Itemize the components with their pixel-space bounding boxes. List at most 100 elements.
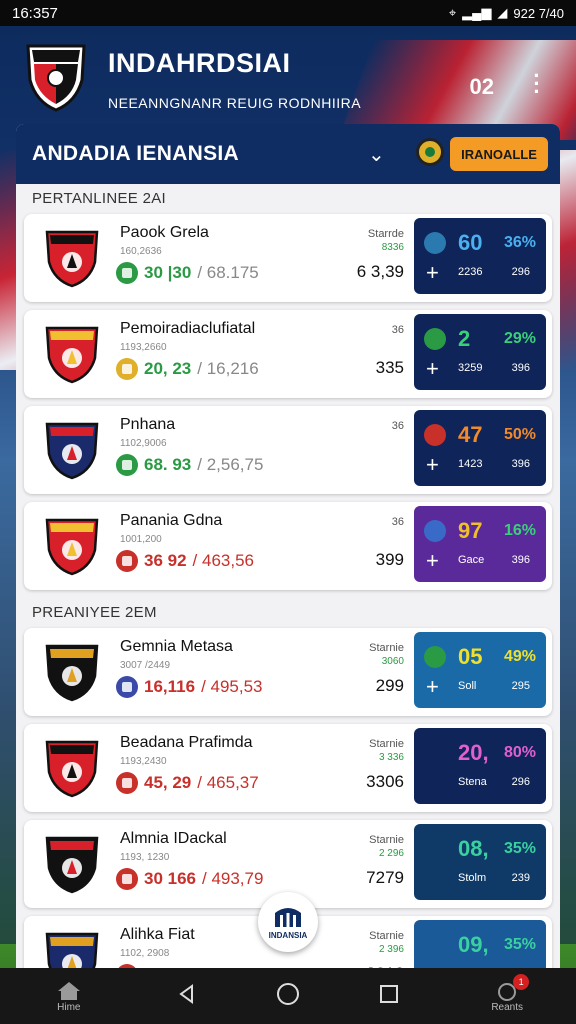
notification-badge: 1 [513, 973, 530, 990]
team-card[interactable]: Pnhana 1102,9006 68. 93 / 2,56,75 36 47 50% +14… [24, 406, 552, 494]
app-header: INDAHRDSIAI NEEANNGNANR REUIG RODNHIIRA … [0, 26, 576, 126]
team-card[interactable]: Beadana Prafimda 1193,2430 45, 29 / 465,37 S… [24, 724, 552, 812]
plus-icon[interactable]: + [426, 674, 439, 700]
team-crest [44, 324, 100, 384]
nav-home[interactable]: Hime [39, 980, 99, 1013]
stat-big-value: 09, [458, 932, 489, 957]
metric-value: 299 [375, 676, 404, 695]
score-line: 20, 23 / 16,216 [116, 358, 259, 380]
metric-value: 335 [375, 358, 404, 377]
nav-results-label: Reants [491, 1001, 524, 1013]
team-subtext: 3007 /2449 [120, 660, 171, 671]
metric-label: Starnie [369, 738, 404, 750]
stat-percent: 16% [503, 522, 536, 539]
team-name: Alihka Fiat [120, 926, 195, 943]
team-subtext: 1001,200 [120, 534, 162, 545]
stat-small-right: 239 [511, 872, 530, 884]
stat-small-left: Gace [458, 554, 485, 566]
team-crest [44, 516, 100, 576]
stat-big-value: 08, [458, 836, 489, 861]
team-name: Gemnia Metasa [120, 638, 233, 655]
score-primary: 30 166 [144, 869, 196, 888]
score-primary: 45, 29 [144, 773, 192, 792]
team-card[interactable]: Panania Gdna 1001,200 36 92 / 463,56 36 399 97… [24, 502, 552, 590]
orange-action-button[interactable]: IRANOALLE [450, 137, 548, 171]
home-circle-icon[interactable] [276, 982, 300, 1011]
status-bar: 16:357 ⌖ ▂▄▆ ◢ 922 7/40 [0, 0, 576, 26]
status-time: 16:357 [12, 4, 58, 22]
panel-header: ANDADIA IENANSIA ⌄ IRANOALLE [16, 124, 560, 184]
metric-label: Starnie [369, 642, 404, 654]
team-crest [44, 930, 100, 970]
status-chip-icon [116, 868, 138, 890]
team-name: Panania Gdna [120, 512, 223, 529]
stat-panel[interactable]: 2 29% +3259 396 [414, 314, 546, 390]
stadium-icon [275, 907, 301, 927]
stat-panel[interactable]: 97 16% + Gace 396 [414, 506, 546, 582]
score-line: 45, 29 / 465,37 [116, 772, 259, 794]
team-crest [44, 420, 100, 480]
stat-panel[interactable]: 09,35%Stona396 [414, 920, 546, 970]
metric-label: Starrde [367, 228, 404, 240]
stat-percent: 50% [503, 426, 536, 443]
team-crest [44, 834, 100, 894]
bottom-navbar: Hime 1 Reants [0, 968, 576, 1024]
stat-panel[interactable]: 47 50% +1423 396 [414, 410, 546, 486]
team-card[interactable]: Gemnia Metasa 3007 /2449 16,116 / 495,53 Sta… [24, 628, 552, 716]
stat-panel[interactable]: 60 36% +2236 296 [414, 218, 546, 294]
score-primary: 36 92 [144, 551, 187, 570]
wifi-icon: ◢ [497, 5, 508, 20]
team-name: Pemoiradiaclufiatal [120, 320, 256, 337]
plus-icon[interactable]: + [426, 548, 439, 574]
score-secondary: / 68.175 [197, 263, 259, 282]
stat-small-right: 396 [511, 362, 530, 374]
stat-big-value: 97 [458, 518, 483, 543]
section-label: PERTANLINEE 2AI [32, 190, 166, 207]
stat-dot-icon [424, 232, 446, 254]
team-subtext: 1102,9006 [120, 438, 167, 449]
location-icon: ⌖ [448, 5, 457, 20]
stat-small-left: 2236 [458, 266, 483, 278]
recents-icon[interactable] [378, 983, 400, 1010]
header-count[interactable]: 02 [470, 74, 494, 100]
stat-small-left: Stena [458, 776, 487, 788]
score-secondary: / 463,56 [192, 551, 254, 570]
ball-icon[interactable] [416, 138, 444, 166]
stat-percent: 36% [503, 234, 536, 251]
score-secondary: / 2,56,75 [197, 455, 264, 474]
stat-big-value: 60 [458, 230, 483, 255]
team-crest [44, 642, 100, 702]
score-line: 30 166 / 493,79 [116, 868, 263, 890]
team-card[interactable]: Pemoiradiaclufiatal 1193,2660 20, 23 / 16,2… [24, 310, 552, 398]
metric-value: 7279 [366, 868, 404, 887]
stat-small-right: 396 [511, 458, 530, 470]
status-right-text: 922 7/40 [513, 5, 564, 21]
metric-label: Starnie [369, 834, 404, 846]
stat-small-right: 295 [511, 680, 530, 692]
back-icon[interactable] [176, 983, 198, 1010]
score-secondary: / 493,79 [202, 869, 264, 888]
more-options-icon[interactable]: · · · [532, 65, 542, 103]
floating-action-button[interactable]: INDANSIA [258, 892, 318, 952]
team-card[interactable]: Paook Grela 160,2636 30 |30 / 68.175 Starrde… [24, 214, 552, 302]
stat-panel[interactable]: 08, 35% Stolm 239 [414, 824, 546, 900]
stat-small-right: 296 [511, 776, 530, 788]
stat-small-left: Soll [458, 680, 477, 692]
chevron-down-icon[interactable]: ⌄ [368, 142, 385, 167]
stat-small-right: 296 [511, 266, 530, 278]
stat-panel[interactable]: 05 49% + Soll 295 [414, 632, 546, 708]
stat-percent: 29% [503, 330, 536, 347]
plus-icon[interactable]: + [426, 356, 439, 382]
plus-icon[interactable]: + [426, 452, 439, 478]
team-subtext: 1193, 1230 [120, 852, 170, 863]
score-line: 16,116 / 495,53 [116, 676, 263, 698]
stat-panel[interactable]: 20, 80% Stena 296 [414, 728, 546, 804]
plus-icon[interactable]: + [426, 260, 439, 286]
metric-label: Starnie [369, 930, 404, 942]
status-chip-icon [116, 676, 138, 698]
nav-results[interactable]: 1 Reants [477, 973, 537, 1013]
score-line: 30 |30 / 68.175 [116, 262, 259, 284]
team-name: Pnhana [120, 416, 176, 433]
stat-big-value: 47 [458, 422, 483, 447]
stat-percent: 80% [503, 744, 536, 761]
